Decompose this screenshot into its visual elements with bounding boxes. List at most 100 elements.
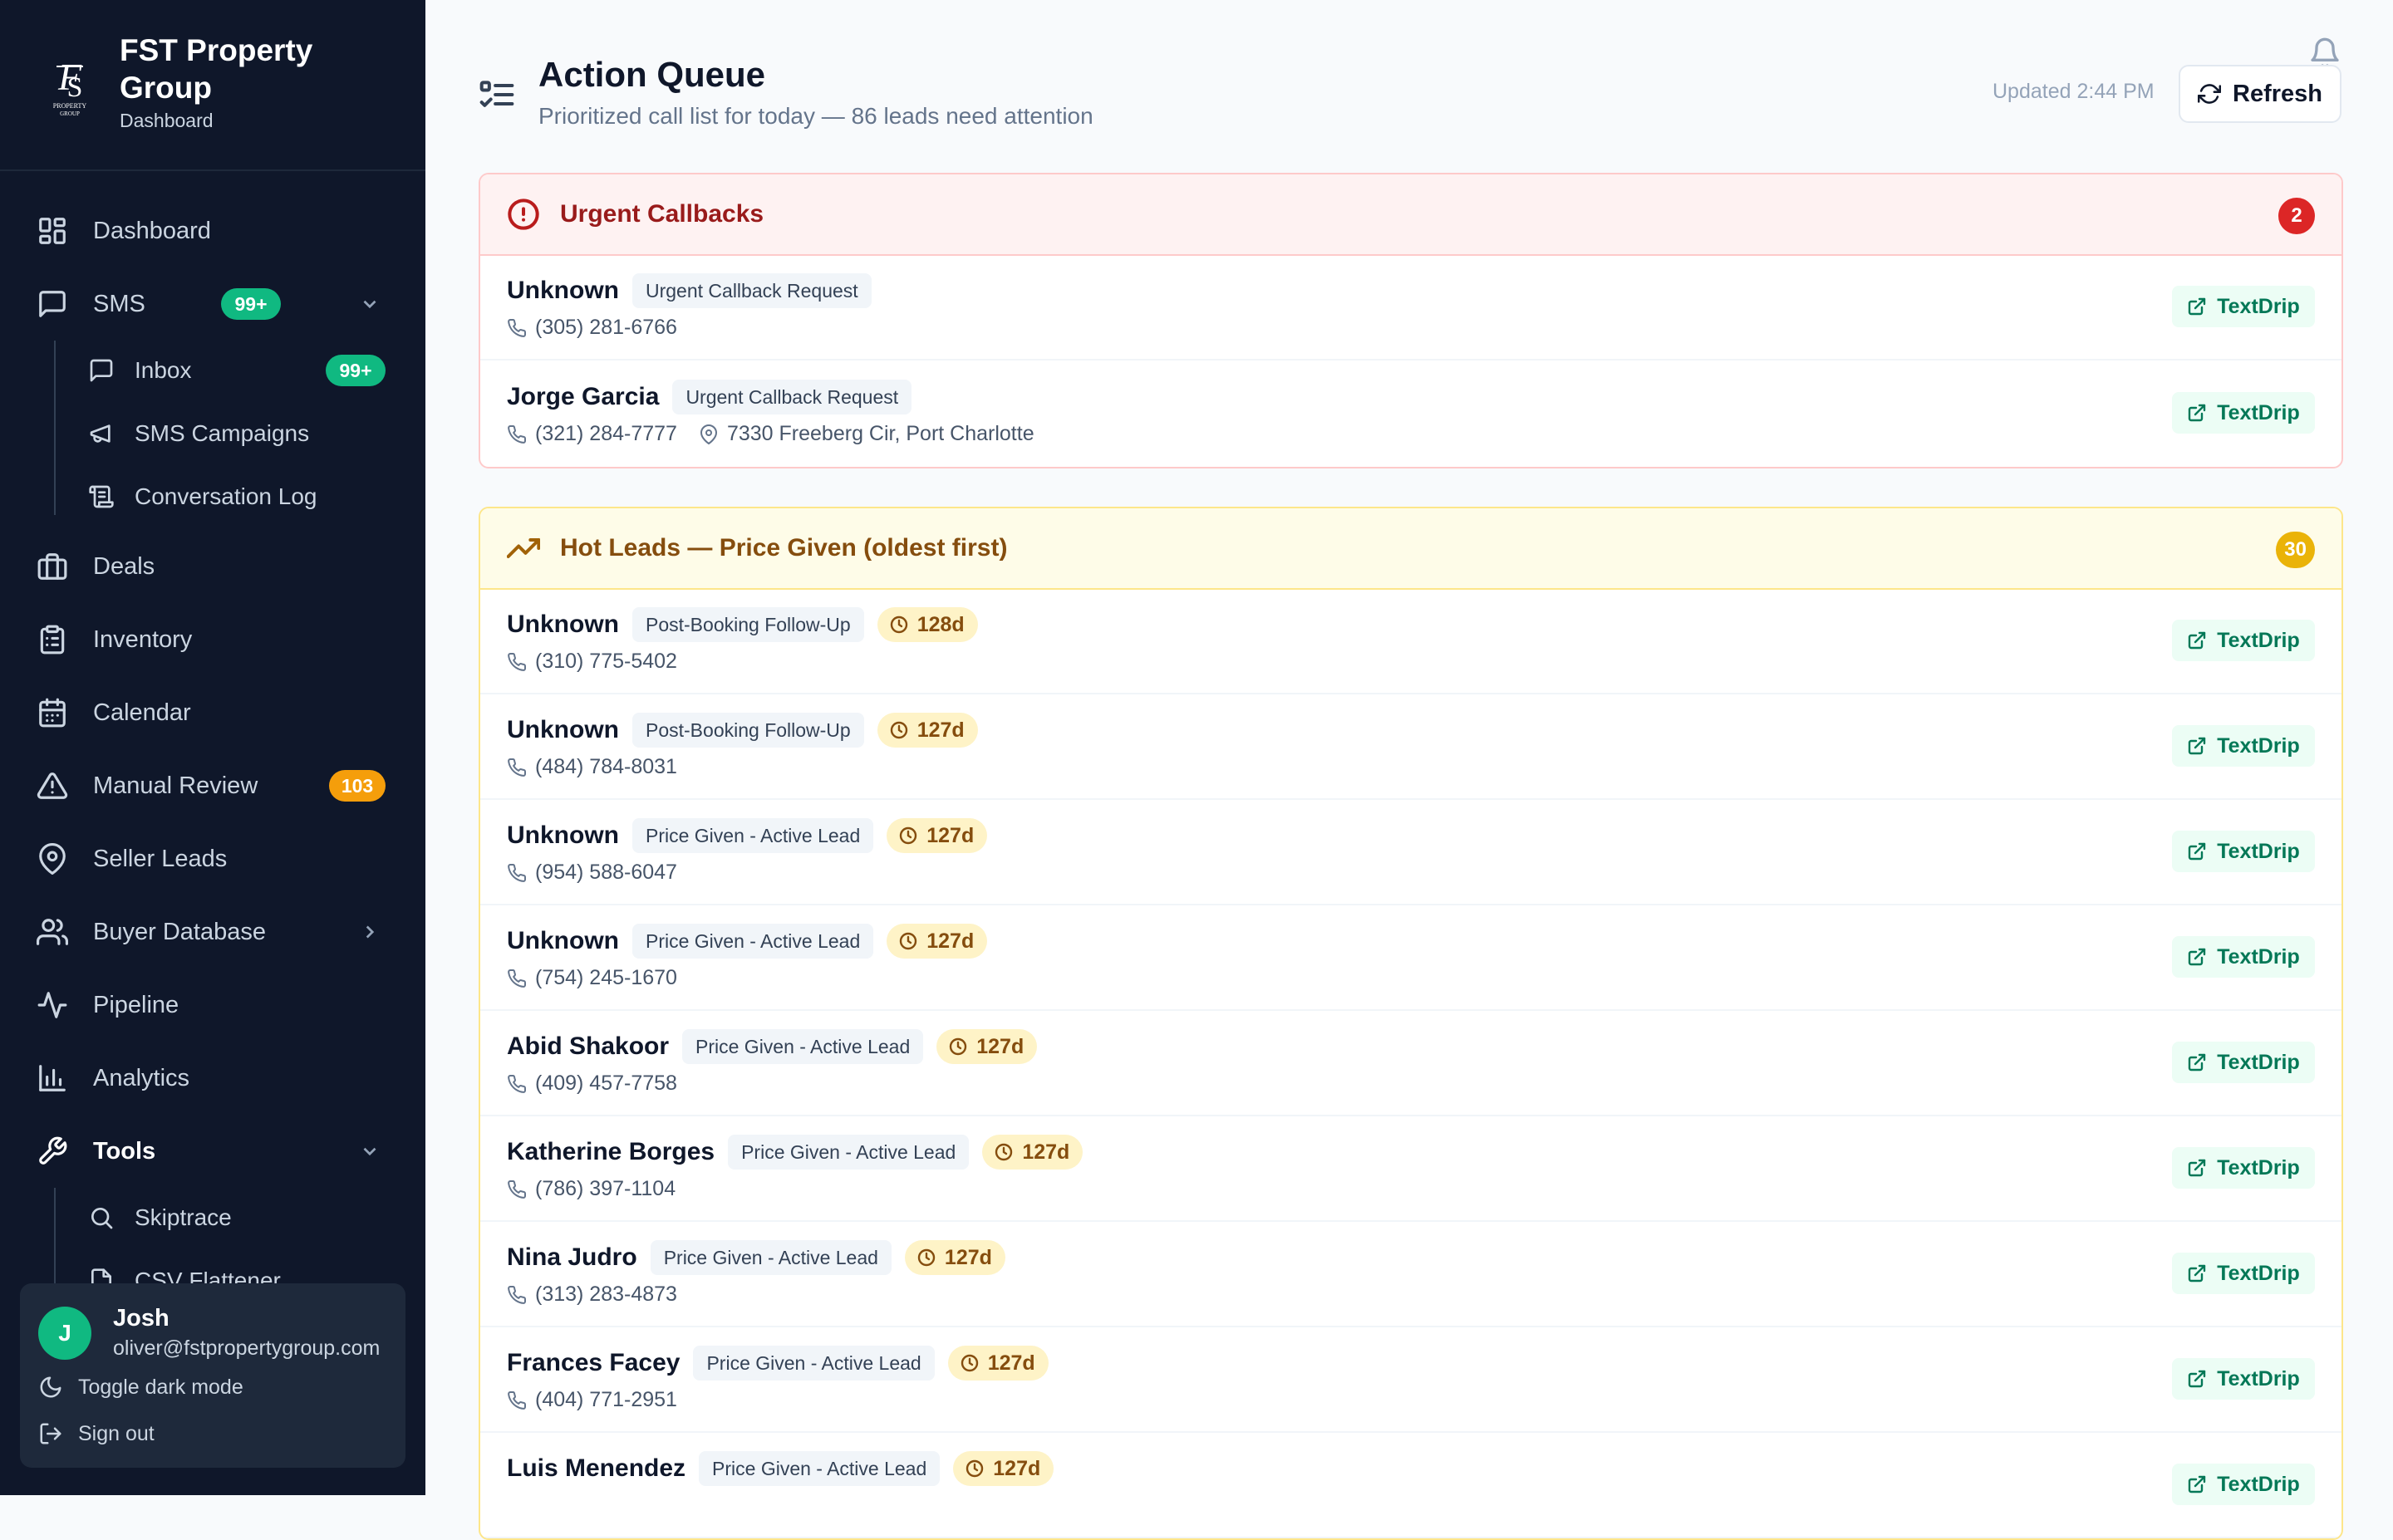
search-icon xyxy=(91,1208,113,1229)
phone-icon xyxy=(508,758,527,777)
nav-deals[interactable]: Deals xyxy=(37,537,389,596)
table-row: Nina Judro Price Given - Active Lead 127… xyxy=(480,1221,2341,1327)
nav-tools[interactable]: Tools xyxy=(37,1122,389,1180)
brand-subtitle: Dashboard xyxy=(120,110,214,131)
nav-seller-leads[interactable]: Seller Leads xyxy=(37,830,389,888)
table-row: Unknown Price Given - Active Lead 127d (… xyxy=(480,799,2341,905)
textdrip-button[interactable]: TextDrip xyxy=(2172,936,2315,978)
textdrip-label: TextDrip xyxy=(2217,294,2300,318)
textdrip-button[interactable]: TextDrip xyxy=(2172,1253,2315,1294)
nav-pipeline[interactable]: Pipeline xyxy=(37,976,389,1034)
lead-phone[interactable]: (484) 784-8031 xyxy=(535,755,677,779)
lead-phone-line: (404) 771-2951 xyxy=(507,1388,677,1412)
clock-icon xyxy=(961,1354,978,1372)
lead-status-tag: Price Given - Active Lead xyxy=(699,1451,941,1486)
calendar-icon xyxy=(39,698,66,728)
textdrip-button[interactable]: TextDrip xyxy=(2172,620,2315,661)
inbox-unread-badge: 99+ xyxy=(326,355,386,386)
lead-name: Abid Shakoor xyxy=(507,1032,670,1060)
phone-icon xyxy=(508,652,527,671)
chevron-down-icon[interactable] xyxy=(359,1140,381,1162)
nav-analytics[interactable]: Analytics xyxy=(37,1049,389,1107)
lead-phone[interactable]: (404) 771-2951 xyxy=(535,1388,677,1412)
lead-name: Frances Facey xyxy=(507,1349,681,1376)
sign-out-label: Sign out xyxy=(78,1421,155,1445)
lead-status-tag: Urgent Callback Request xyxy=(672,380,912,414)
textdrip-button[interactable]: TextDrip xyxy=(2172,392,2315,434)
urgent-callbacks-title: Urgent Callbacks xyxy=(560,200,764,228)
lead-phone[interactable]: (321) 284-7777 xyxy=(535,422,677,446)
external-link-icon xyxy=(2189,737,2206,755)
nav-pipeline-label: Pipeline xyxy=(93,991,179,1018)
textdrip-button[interactable]: TextDrip xyxy=(2172,831,2315,872)
lead-phone[interactable]: (409) 457-7758 xyxy=(535,1072,677,1096)
textdrip-button[interactable]: TextDrip xyxy=(2172,286,2315,327)
alert-circle-icon xyxy=(508,199,539,230)
hot-leads-header: Hot Leads — Price Given (oldest first) 3… xyxy=(480,508,2341,590)
phone-icon xyxy=(508,1180,527,1199)
map-pin-icon xyxy=(700,424,717,444)
table-row: Jorge Garcia Urgent Callback Request (32… xyxy=(480,360,2341,465)
trending-up-icon xyxy=(507,538,540,558)
clock-icon xyxy=(917,1248,936,1267)
nav-manual-review-label: Manual Review xyxy=(93,772,258,799)
phone-icon xyxy=(508,863,527,882)
refresh-button[interactable]: Refresh xyxy=(2179,65,2341,123)
briefcase-icon xyxy=(37,553,67,580)
lead-phone-line: (310) 775-5402 xyxy=(507,650,677,674)
external-link-icon xyxy=(2189,404,2206,422)
nav-skiptrace[interactable]: Skiptrace xyxy=(88,1193,389,1243)
lead-name: Katherine Borges xyxy=(507,1138,715,1165)
lead-address: 7330 Freeberg Cir, Port Charlotte xyxy=(699,422,1034,446)
nav-inventory[interactable]: Inventory xyxy=(37,611,389,669)
nav-buyer-database[interactable]: Buyer Database xyxy=(37,903,389,961)
clock-icon xyxy=(966,1459,984,1478)
urgent-callbacks-panel: Urgent Callbacks 2 Unknown Urgent Callba… xyxy=(479,173,2343,468)
textdrip-button[interactable]: TextDrip xyxy=(2172,1464,2315,1505)
phone-icon xyxy=(508,318,527,337)
lead-phone[interactable]: (305) 281-6766 xyxy=(535,316,677,340)
external-link-icon xyxy=(2189,948,2206,966)
nav-sms-campaigns-label: SMS Campaigns xyxy=(135,420,310,446)
nav-calendar[interactable]: Calendar xyxy=(37,684,389,742)
sign-out-button[interactable]: Sign out xyxy=(38,1421,155,1446)
lead-status-tag: Post-Booking Follow-Up xyxy=(632,713,864,748)
nav-conversation-log[interactable]: Conversation Log xyxy=(88,472,389,522)
lead-phone[interactable]: (786) 397-1104 xyxy=(535,1177,676,1201)
textdrip-button[interactable]: TextDrip xyxy=(2172,725,2315,767)
external-link-icon xyxy=(2189,1370,2206,1388)
refresh-icon xyxy=(2198,84,2221,104)
lead-phone[interactable]: (954) 588-6047 xyxy=(535,861,677,885)
lead-phone[interactable]: (313) 283-4873 xyxy=(535,1283,677,1307)
textdrip-button[interactable]: TextDrip xyxy=(2172,1042,2315,1083)
table-row: Unknown Post-Booking Follow-Up 128d (310… xyxy=(480,588,2341,694)
lead-phone[interactable]: (754) 245-1670 xyxy=(535,966,677,990)
nav-dashboard[interactable]: Dashboard xyxy=(37,202,389,260)
megaphone-icon xyxy=(90,424,111,443)
toggle-dark-mode-button[interactable]: Toggle dark mode xyxy=(38,1375,243,1400)
avatar: J xyxy=(38,1307,91,1360)
activity-icon xyxy=(37,992,67,1018)
nav-sms[interactable]: SMS xyxy=(37,275,389,333)
lead-phone-line: (954) 588-6047 xyxy=(507,861,677,885)
clock-icon xyxy=(900,826,917,845)
external-link-icon xyxy=(2189,1159,2206,1177)
textdrip-label: TextDrip xyxy=(2217,733,2300,758)
nav-skiptrace-label: Skiptrace xyxy=(135,1204,232,1230)
nav-sms-campaigns[interactable]: SMS Campaigns xyxy=(88,409,389,459)
nav-conversation-log-label: Conversation Log xyxy=(135,483,317,509)
lead-age-text: 127d xyxy=(944,1245,992,1269)
textdrip-button[interactable]: TextDrip xyxy=(2172,1147,2315,1189)
lead-name: Unknown xyxy=(507,611,619,638)
inbox-message-icon xyxy=(90,359,113,382)
external-link-icon xyxy=(2189,1264,2206,1283)
textdrip-button[interactable]: TextDrip xyxy=(2172,1358,2315,1400)
lead-phone[interactable]: (310) 775-5402 xyxy=(535,650,677,674)
nav-analytics-label: Analytics xyxy=(93,1064,190,1091)
svg-text:PROPERTY: PROPERTY xyxy=(53,102,87,110)
lead-age-badge: 128d xyxy=(877,607,978,642)
chevron-right-icon[interactable] xyxy=(359,921,381,943)
lead-name: Unknown xyxy=(507,716,619,743)
lead-phone-line: (754) 245-1670 xyxy=(507,966,677,990)
chevron-down-icon[interactable] xyxy=(359,293,381,315)
